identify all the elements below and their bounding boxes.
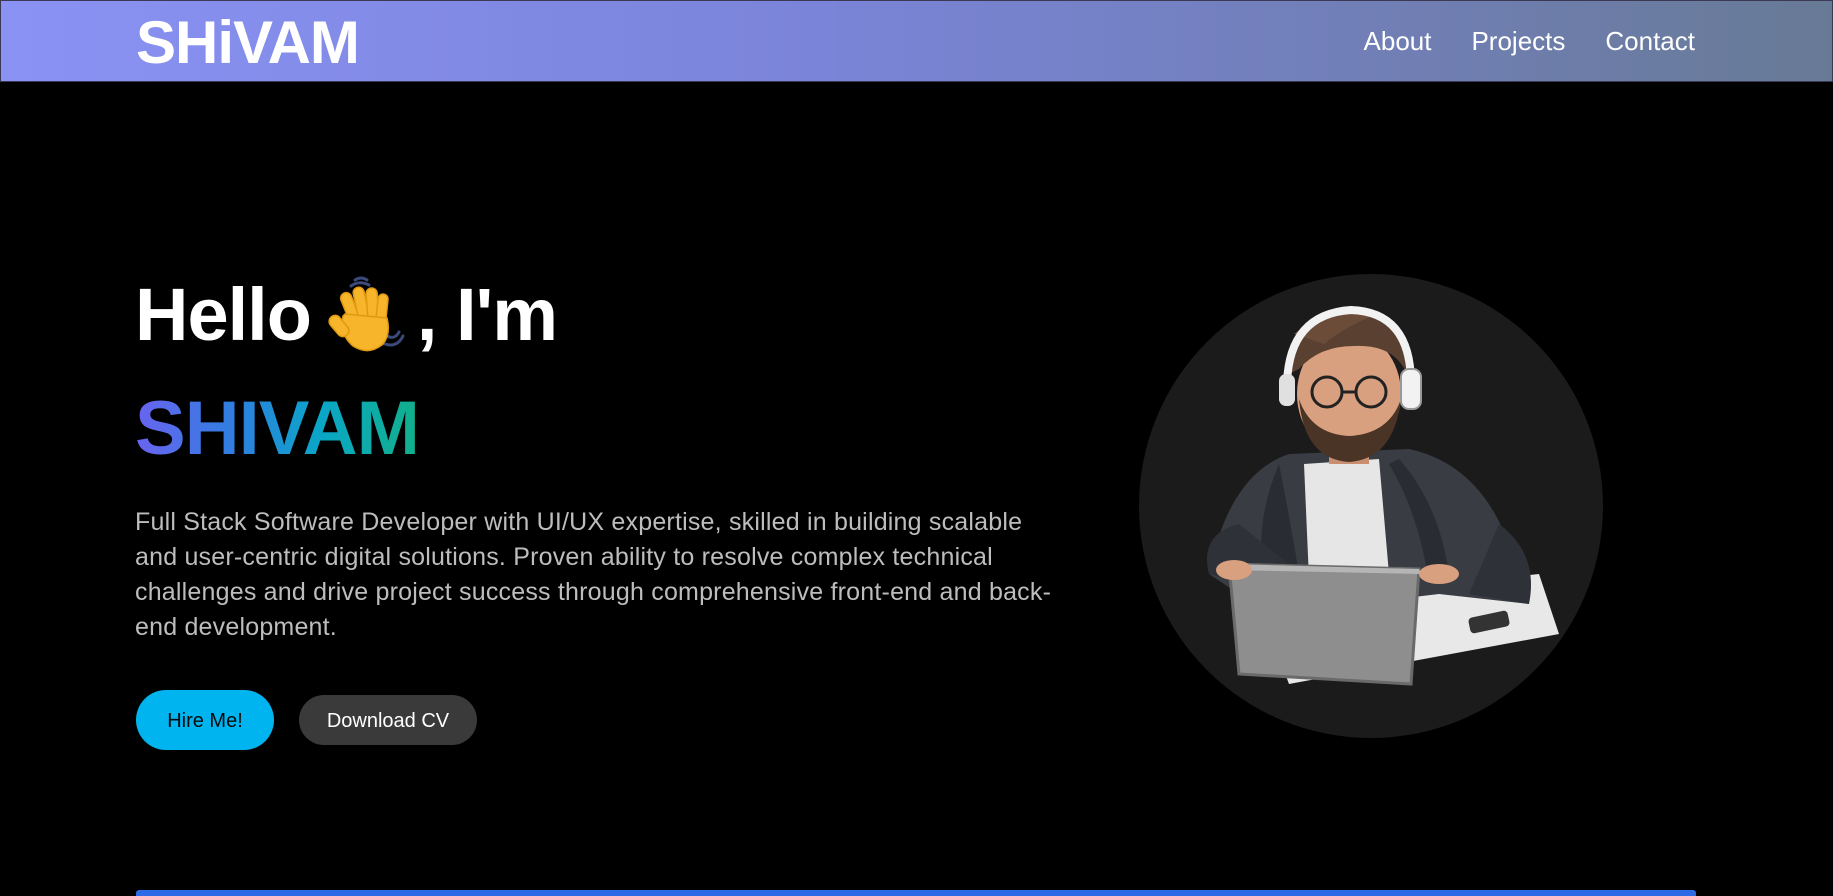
developer-illustration (1207, 305, 1559, 686)
hero-greeting: Hello , I'm (135, 270, 558, 360)
nav-link-projects[interactable]: Projects (1471, 23, 1565, 59)
section-divider (136, 890, 1696, 896)
hero-name: SHIVAM (135, 384, 420, 474)
waving-hand-icon (325, 274, 409, 354)
nav-link-contact[interactable]: Contact (1605, 23, 1695, 59)
hero-description: Full Stack Software Developer with UI/UX… (135, 508, 1052, 641)
download-cv-button[interactable]: Download CV (299, 695, 477, 745)
navbar: SHiVAM About Projects Contact (0, 0, 1833, 82)
greeting-im: , I'm (416, 273, 558, 356)
profile-avatar (1139, 274, 1603, 738)
nav-links: About Projects Contact (1364, 23, 1695, 59)
hire-me-button[interactable]: Hire Me! (136, 690, 274, 750)
site-logo[interactable]: SHiVAM (136, 7, 360, 79)
greeting-hello: Hello (135, 273, 312, 356)
nav-link-about[interactable]: About (1364, 23, 1432, 59)
portfolio-page: SHiVAM About Projects Contact Hello , I'… (0, 0, 1833, 896)
